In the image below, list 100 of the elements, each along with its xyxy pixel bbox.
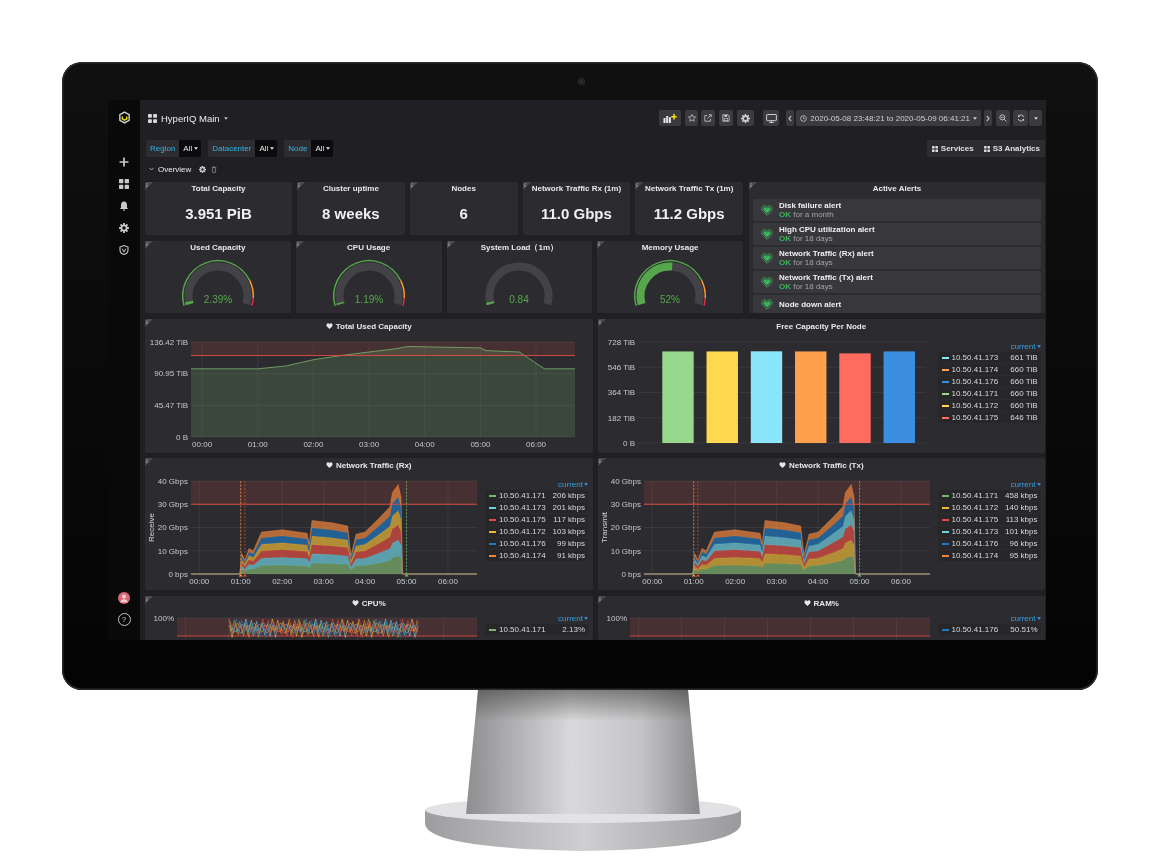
variable-dropdown[interactable]: All [311,140,334,157]
x-tick-label: 01:00 [683,577,704,586]
info-corner-icon[interactable] [297,182,305,190]
user-avatar-icon[interactable] [118,592,130,604]
alert-item[interactable]: Network Traffic (Tx) alert OK for 18 days [753,271,1041,293]
variable-dropdown[interactable]: All [179,140,202,157]
info-corner-icon[interactable] [597,458,606,466]
legend-value: 206 kbps [552,491,585,500]
add-panel-button[interactable] [659,110,682,126]
x-tick-label: 06:00 [890,577,911,586]
info-corner-icon[interactable] [749,182,757,190]
x-tick-label: 06:00 [437,577,458,586]
bell-icon[interactable] [119,201,129,211]
caret-down-icon [223,116,228,120]
caret-down-icon [1036,344,1041,348]
settings-icon[interactable] [199,165,207,173]
info-corner-icon[interactable] [635,182,644,190]
legend-series-name: 10.50.41.171 [951,491,1000,500]
info-corner-icon[interactable] [145,319,153,327]
refresh-interval-dropdown[interactable] [1029,110,1042,126]
refresh-icon [1016,114,1025,122]
legend-series-name: 10.50.41.176 [499,539,547,548]
panel-title: Used Capacity [190,243,246,253]
variable-label: Datacenter [208,140,256,157]
info-corner-icon[interactable] [522,182,531,190]
y-tick-label: 0 B [176,432,188,442]
time-forward-button[interactable] [984,110,992,126]
legend-sort-header[interactable]: current [1010,613,1041,623]
trash-icon[interactable] [211,165,218,173]
x-tick-label: 02:00 [272,577,293,586]
alert-item[interactable]: Disk failure alert OK for a month [753,199,1041,221]
dashboard-link[interactable]: S3 Analytics [978,140,1045,157]
refresh-button[interactable] [1013,110,1028,126]
legend-sort-header[interactable]: current [1010,341,1041,351]
star-button[interactable] [685,110,699,126]
variable-label: Region [146,140,180,157]
alert-state: OK [779,234,791,243]
info-corner-icon[interactable] [295,241,304,249]
info-corner-icon[interactable] [597,596,606,604]
settings-icon [741,113,751,123]
magnifier-icon [999,114,1007,122]
y-tick-label: 90.95 TiB [154,369,188,379]
legend-value: 660 TiB [1010,377,1038,386]
save-button[interactable] [719,110,734,126]
grid-icon [148,113,157,123]
legend-sort-header[interactable]: current [558,479,588,489]
legend-series-name: 10.50.41.175 [951,515,1000,524]
x-tick-label: 02:00 [303,440,324,449]
logo-icon[interactable] [117,111,131,124]
stat-value: 3.951 PiB [185,205,252,222]
legend-series-name: 10.50.41.173 [499,503,547,512]
shield-icon[interactable] [119,245,129,255]
panel-title: CPU Usage [347,243,391,253]
share-button[interactable] [701,110,716,126]
info-corner-icon[interactable] [145,241,153,249]
grid-icon[interactable] [119,179,129,189]
legend-value: 646 TiB [1010,413,1038,422]
info-corner-icon[interactable] [597,319,606,327]
caret-down-icon [270,147,275,150]
legend-sort-header[interactable]: current [558,613,588,623]
plus-icon[interactable] [119,157,129,167]
x-tick-label: 00:00 [189,577,210,586]
time-range-picker[interactable]: 2020-05-08 23:48:21 to 2020-05-09 06:41:21 [796,110,981,126]
legend-value: 95 kbps [1009,551,1038,560]
panel-title: Cluster uptime [322,184,379,194]
stat-value: 11.0 Gbps [540,205,612,222]
settings-icon[interactable] [119,223,129,233]
display-mode-button[interactable] [763,110,780,126]
stat-value: 8 weeks [322,205,380,222]
dashboard-link[interactable]: Services [926,140,979,157]
alert-duration: for a month [793,210,834,219]
y-tick-label: 0 B [622,438,635,448]
info-corner-icon[interactable] [145,596,153,604]
legend-series-name: 10.50.41.171 [499,625,547,634]
settings-button[interactable] [737,110,755,126]
alert-item[interactable]: Network Traffic (Rx) alert OK for 18 days [753,247,1041,269]
x-tick-label: 02:00 [724,577,745,586]
legend-series-name: 10.50.41.176 [951,539,1000,548]
bar-chart-plus-icon [663,113,678,123]
row-toggle[interactable]: Overview [149,164,192,174]
dashboard-picker[interactable]: HyperIQ Main [145,112,228,124]
info-corner-icon[interactable] [446,241,455,249]
alert-item[interactable]: High CPU utilization alert OK for 18 days [753,223,1041,245]
y-tick-label: 0 bps [168,569,188,579]
variable-dropdown[interactable]: All [255,140,278,157]
info-corner-icon[interactable] [409,182,418,190]
panel-title: RAM% [813,599,839,608]
alert-name: Network Traffic (Tx) alert [779,273,873,282]
alert-duration: for 18 days [793,234,833,243]
info-corner-icon[interactable] [597,241,606,249]
legend-value: 96 kbps [1009,539,1038,548]
info-corner-icon[interactable] [145,458,153,466]
legend-sort-header[interactable]: current [1010,479,1041,489]
y-tick-label: 546 TiB [607,363,635,373]
zoom-out-button[interactable] [996,110,1010,126]
x-tick-label: 00:00 [192,440,213,449]
info-corner-icon[interactable] [145,182,153,190]
time-back-button[interactable] [786,110,795,126]
alert-item[interactable]: Node down alert [753,295,1041,313]
legend-series-name: 10.50.41.172 [951,401,1000,410]
